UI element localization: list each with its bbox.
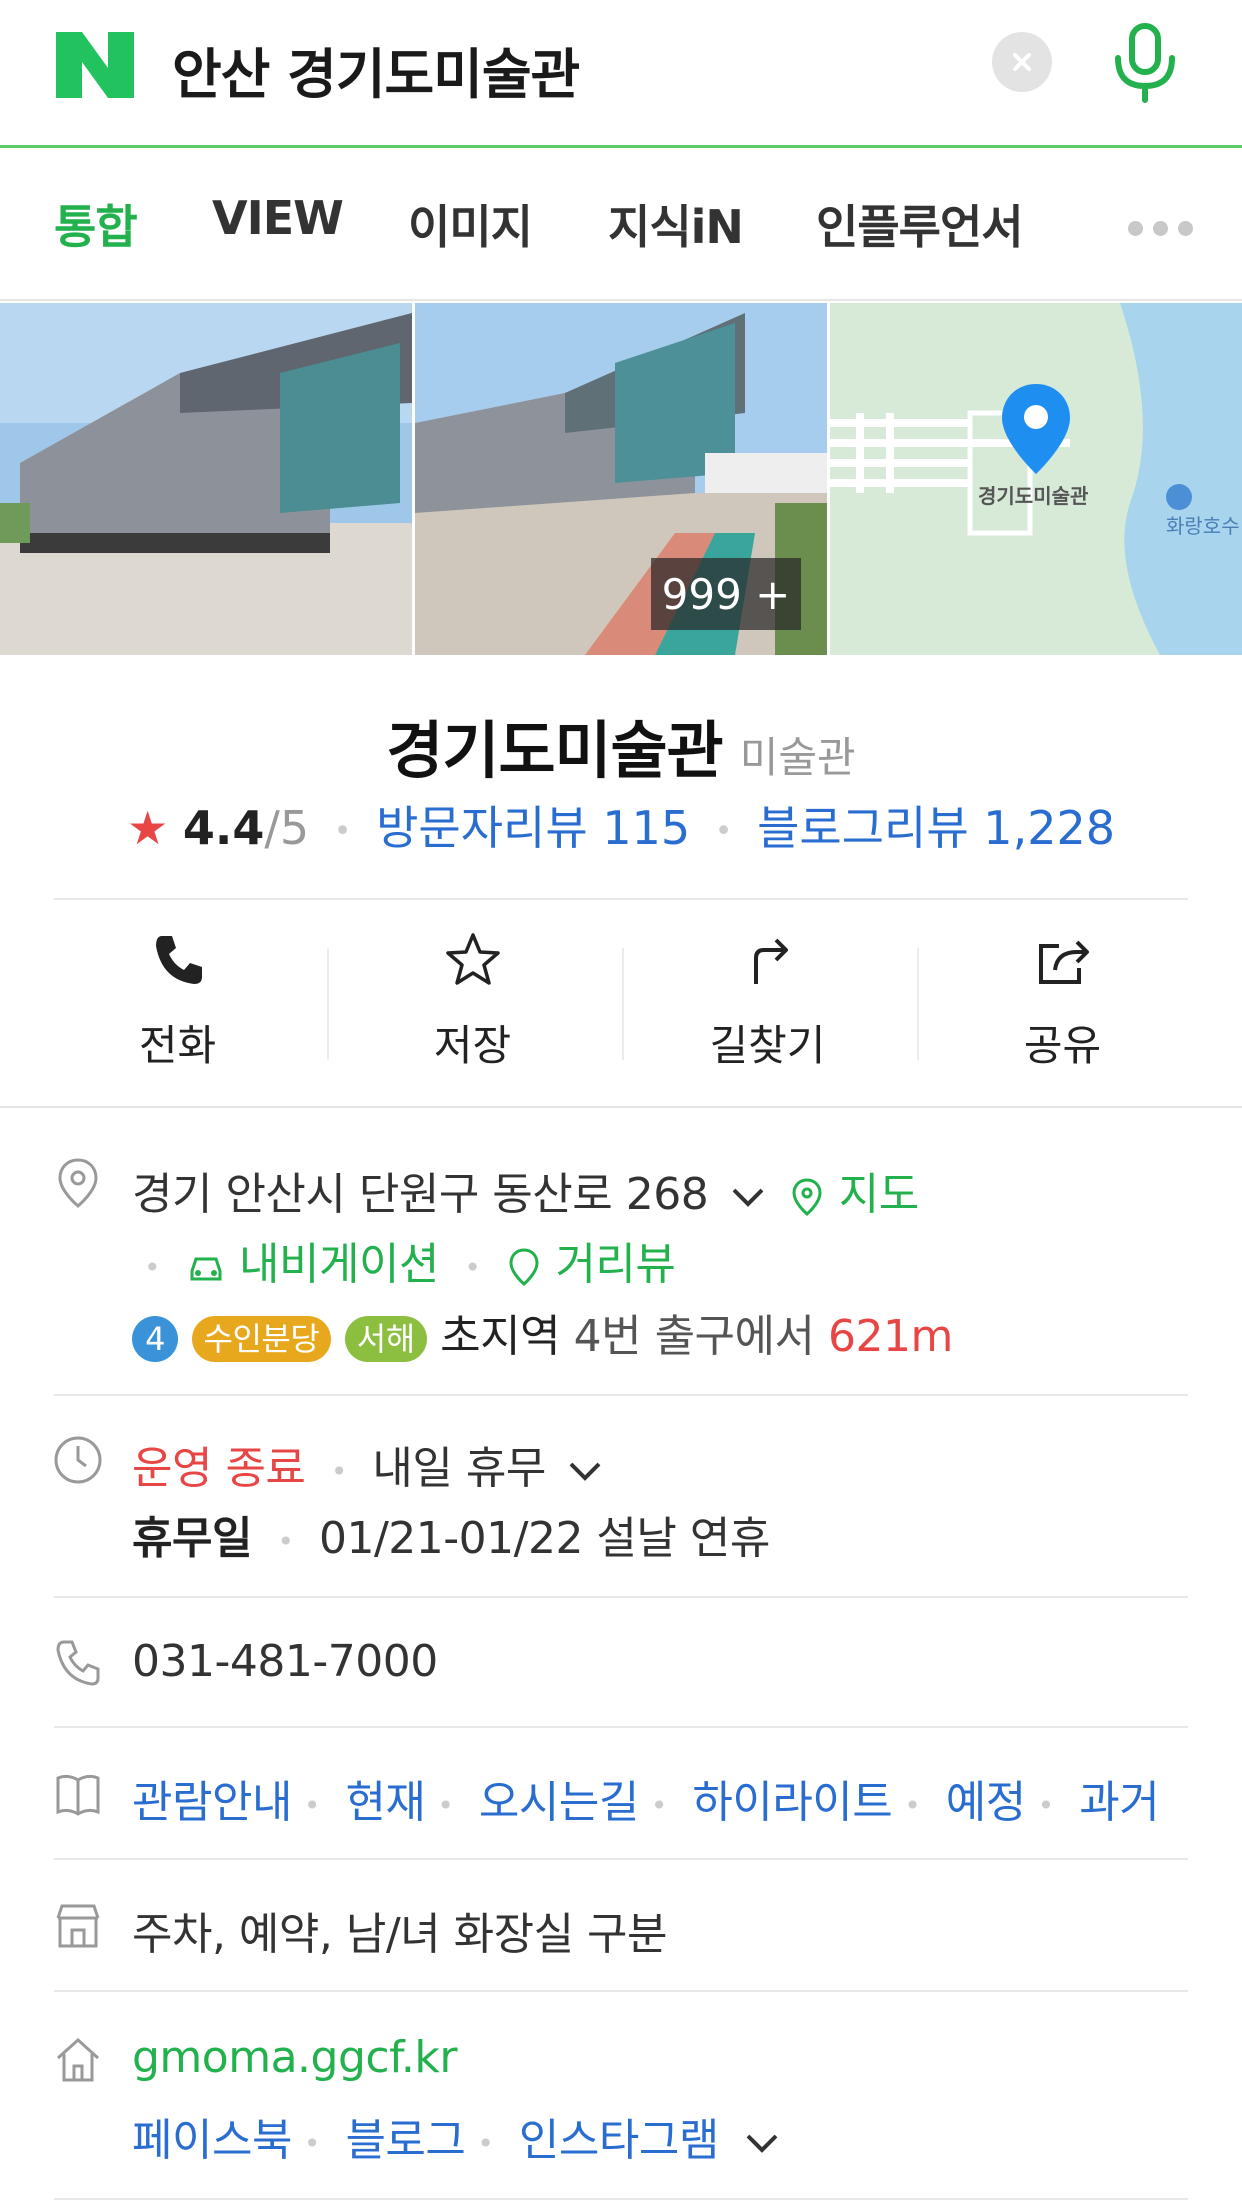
- place-category: 미술관: [739, 733, 856, 782]
- divider: [54, 2198, 1188, 2200]
- divider: [54, 1858, 1188, 1860]
- divider: [0, 1106, 1242, 1108]
- facebook-link[interactable]: 페이스북: [132, 2115, 292, 2166]
- car-icon: [190, 1257, 222, 1281]
- menu-link[interactable]: 오시는길: [479, 1777, 639, 1828]
- directions-label: 길찾기: [709, 1021, 826, 1070]
- divider: [54, 1394, 1188, 1396]
- map-pin-small-icon: [792, 1178, 822, 1216]
- street-view-icon: [509, 1248, 539, 1286]
- directions-icon: [753, 938, 788, 984]
- blog-link[interactable]: 블로그: [345, 2115, 465, 2166]
- rating-max: /5: [264, 801, 310, 855]
- menu-link[interactable]: 하이라이트: [692, 1777, 892, 1828]
- phone-number[interactable]: 031-481-7000: [132, 1636, 438, 1687]
- divider: [54, 1596, 1188, 1598]
- menu-link[interactable]: 과거: [1079, 1777, 1159, 1828]
- tab-influencer[interactable]: 인플루언서: [816, 191, 1024, 257]
- save-label: 저장: [433, 1021, 512, 1070]
- star-icon: [445, 933, 500, 985]
- chevron-down-icon[interactable]: [742, 2128, 782, 2158]
- clear-search-button[interactable]: [992, 32, 1052, 92]
- photo-count-badge[interactable]: 999 +: [651, 558, 801, 630]
- clock-icon: [54, 1436, 102, 1484]
- address-row: 경기 안산시 단원구 동산로 268 지도: [132, 1158, 919, 1222]
- station-name: 초지역: [440, 1311, 561, 1362]
- hours-status: 운영 종료: [132, 1443, 306, 1494]
- call-button[interactable]: 전화: [30, 930, 325, 1073]
- search-query[interactable]: 안산 경기도미술관: [172, 30, 580, 109]
- menu-links-row: 관람안내 • 현재 • 오시는길 • 하이라이트 • 예정 • 과거: [132, 1777, 1160, 1828]
- rating-star-icon: ★: [127, 801, 169, 855]
- home-icon: [56, 2037, 100, 2082]
- search-tabs: 통합 VIEW 이미지 지식iN 인플루언서: [0, 151, 1242, 301]
- rating-value: 4.4: [182, 801, 265, 855]
- visitor-reviews-link[interactable]: 방문자리뷰 115: [376, 801, 690, 855]
- divider: [54, 898, 1188, 900]
- hours-row: 운영 종료 • 내일 휴무: [132, 1432, 605, 1496]
- microphone-icon[interactable]: [1110, 22, 1180, 104]
- tab-knowledge-in[interactable]: 지식iN: [608, 191, 744, 257]
- tab-integrated[interactable]: 통합: [54, 191, 138, 257]
- hours-next[interactable]: 내일 휴무: [372, 1443, 546, 1494]
- menu-link[interactable]: 현재: [345, 1777, 425, 1828]
- place-title: 경기도미술관 미술관: [0, 700, 1242, 790]
- phone-outline-icon: [56, 1640, 100, 1686]
- holiday-text: 01/21-01/22 설날 연휴: [318, 1513, 770, 1564]
- divider: [54, 1726, 1188, 1728]
- facilities-text: 주차, 예약, 남/녀 화장실 구분: [132, 1909, 668, 1960]
- social-links-row: 페이스북 • 블로그 • 인스타그램: [132, 2104, 782, 2168]
- place-photo-1[interactable]: [0, 303, 412, 655]
- map-place-label: 경기도미술관: [978, 484, 1089, 508]
- naver-logo-icon[interactable]: [56, 32, 134, 98]
- map-nearby-label: 화랑호수: [1166, 514, 1240, 538]
- tab-images[interactable]: 이미지: [408, 191, 533, 257]
- lake-marker-icon: [1166, 484, 1192, 510]
- holiday-row: 휴무일 • 01/21-01/22 설날 연휴: [132, 1513, 770, 1564]
- chevron-down-icon[interactable]: [565, 1456, 605, 1486]
- store-icon: [56, 1904, 100, 1948]
- share-label: 공유: [1023, 1021, 1102, 1070]
- subway-line-seohae-badge: 서해: [344, 1316, 427, 1362]
- menu-link[interactable]: 예정: [946, 1777, 1026, 1828]
- instagram-link[interactable]: 인스타그램: [519, 2115, 719, 2166]
- map-thumbnail[interactable]: [830, 303, 1242, 655]
- more-tabs-icon[interactable]: [1128, 221, 1203, 240]
- rating-row: ★ 4.4/5 • 방문자리뷰 115 • 블로그리뷰 1,228: [127, 801, 1115, 855]
- divider: [54, 1990, 1188, 1992]
- address-text[interactable]: 경기 안산시 단원구 동산로 268: [132, 1169, 709, 1220]
- navigation-row: • 내비게이션 • 거리뷰: [144, 1239, 676, 1290]
- book-icon: [56, 1774, 100, 1816]
- subway-line-suin-badge: 수인분당: [191, 1316, 332, 1362]
- menu-link[interactable]: 관람안내: [132, 1777, 292, 1828]
- subway-line-4-badge: 4: [132, 1316, 178, 1362]
- close-icon: [1013, 53, 1031, 71]
- blog-reviews-link[interactable]: 블로그리뷰 1,228: [757, 801, 1115, 855]
- homepage-link[interactable]: gmoma.ggcf.kr: [132, 2032, 457, 2083]
- tab-view[interactable]: VIEW: [212, 191, 344, 245]
- holiday-label: 휴무일: [132, 1513, 252, 1564]
- distance: 621m: [828, 1311, 953, 1362]
- map-link[interactable]: 지도: [839, 1169, 919, 1220]
- subway-row: 4 수인분당 서해 초지역 4번 출구에서 621m: [132, 1300, 953, 1364]
- share-button[interactable]: 공유: [915, 930, 1210, 1073]
- call-label: 전화: [138, 1021, 217, 1070]
- save-button[interactable]: 저장: [325, 930, 620, 1073]
- phone-icon: [155, 936, 202, 984]
- navigation-link[interactable]: 내비게이션: [239, 1239, 439, 1290]
- map-pin-icon: [1002, 384, 1070, 474]
- share-icon: [1038, 940, 1089, 984]
- location-pin-icon: [58, 1158, 98, 1208]
- place-name[interactable]: 경기도미술관: [386, 714, 723, 787]
- directions-button[interactable]: 길찾기: [620, 930, 915, 1073]
- chevron-down-icon[interactable]: [728, 1182, 768, 1212]
- search-bar: 안산 경기도미술관: [0, 0, 1242, 148]
- exit-text: 4번 출구에서: [573, 1311, 815, 1362]
- street-view-link[interactable]: 거리뷰: [555, 1239, 675, 1290]
